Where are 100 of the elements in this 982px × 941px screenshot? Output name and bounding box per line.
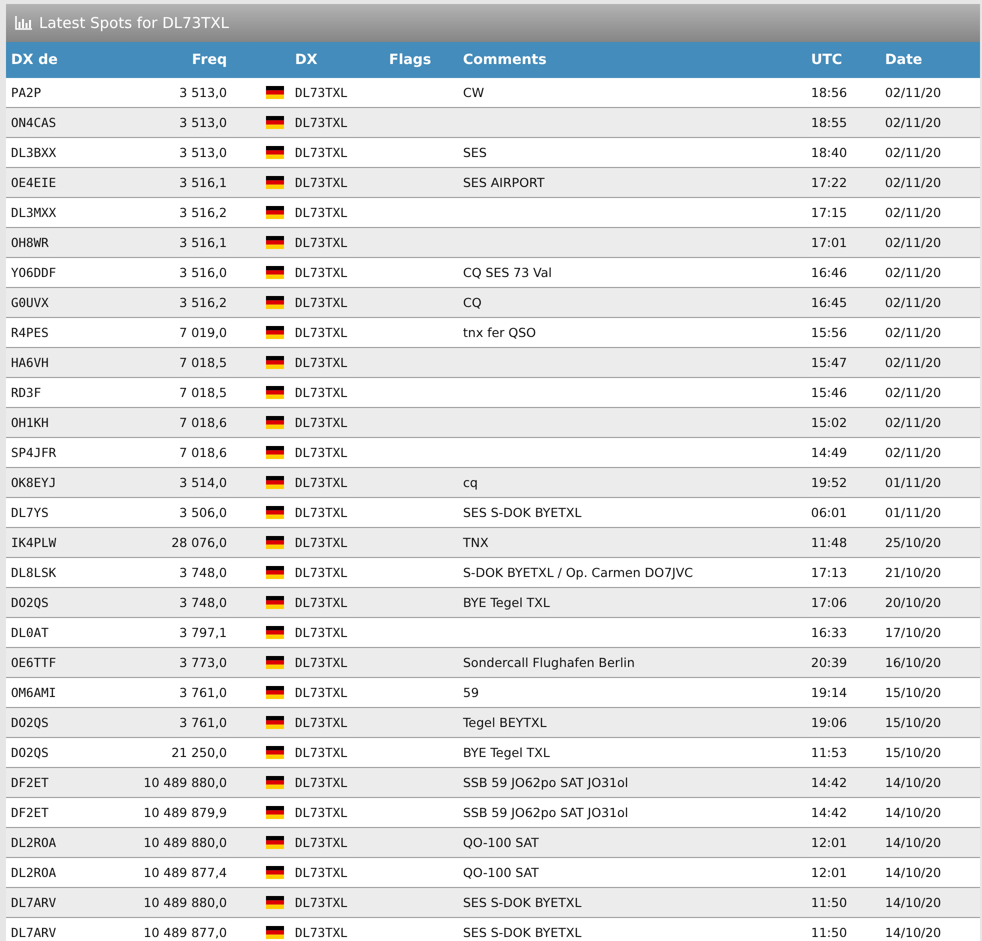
- flag-icon: [266, 356, 284, 369]
- table-cell: 7 018,6: [179, 415, 227, 430]
- flag-icon: [266, 206, 284, 219]
- table-cell: DL73TXL: [295, 595, 348, 610]
- table-cell: 12:01: [811, 865, 848, 880]
- table-cell-text: OM6AMI: [10, 685, 56, 700]
- table-cell: 10 489 880,0: [144, 895, 227, 910]
- table-cell: 02/11/20: [885, 295, 942, 310]
- flag-icon: [266, 296, 284, 309]
- table-cell: 19:06: [811, 715, 848, 730]
- table-cell: 15/10/20: [885, 745, 942, 760]
- table-cell: DL73TXL: [295, 805, 348, 820]
- table-cell: SES S-DOK BYETXL: [463, 505, 582, 520]
- column-header: Date: [885, 52, 922, 68]
- table-cell: 14/10/20: [885, 925, 942, 940]
- column-header: DX de: [10, 52, 58, 68]
- table-cell: 19:52: [811, 475, 848, 490]
- table-cell: 17:15: [811, 205, 848, 220]
- table-cell: 14:42: [811, 775, 848, 790]
- flag-icon: [266, 236, 284, 249]
- table-cell: CQ: [463, 295, 482, 310]
- table-cell: 19:14: [811, 685, 848, 700]
- table-cell-text: G0UVX: [10, 295, 49, 310]
- table-cell: DL73TXL: [295, 475, 348, 490]
- table-cell-text: ON4CAS: [10, 115, 56, 130]
- flag-icon: [266, 116, 284, 129]
- table-cell: 02/11/20: [885, 115, 942, 130]
- table-cell: 3 516,2: [179, 205, 227, 220]
- table-cell: 14:42: [811, 805, 848, 820]
- column-header: Flags: [389, 52, 432, 68]
- column-header: Freq: [192, 52, 227, 68]
- table-cell: SES: [463, 145, 487, 160]
- table-cell: 12:01: [811, 835, 848, 850]
- table-cell: 7 019,0: [179, 325, 227, 340]
- table-cell: 3 761,0: [179, 715, 227, 730]
- table-cell: 3 773,0: [179, 655, 227, 670]
- table-cell: DL73TXL: [295, 655, 348, 670]
- table-cell: DL73TXL: [295, 715, 348, 730]
- table-cell: 02/11/20: [885, 85, 942, 100]
- table-cell: DL73TXL: [295, 535, 348, 550]
- table-cell: 02/11/20: [885, 355, 942, 370]
- table-cell: 3 516,2: [179, 295, 227, 310]
- table-cell-text: OH8WR: [10, 235, 49, 250]
- table-cell: 17:13: [811, 565, 848, 580]
- flag-icon: [266, 326, 284, 339]
- flag-icon: [266, 596, 284, 609]
- table-cell-text: DF2ET: [10, 775, 49, 790]
- bar-chart-icon: [15, 16, 32, 30]
- flag-icon: [266, 896, 284, 909]
- table-cell: DL73TXL: [295, 775, 348, 790]
- table-cell: 10 489 877,0: [144, 925, 227, 940]
- table-cell: DL73TXL: [295, 925, 348, 940]
- table-cell: 10 489 880,0: [144, 775, 227, 790]
- table-cell: DL73TXL: [295, 295, 348, 310]
- table-cell-text: OK8EYJ: [10, 475, 56, 490]
- table-cell: 20:39: [811, 655, 848, 670]
- table-cell: 3 513,0: [179, 145, 227, 160]
- flag-icon: [266, 86, 284, 99]
- table-cell-text: SP4JFR: [10, 445, 56, 460]
- table-cell-text: PA2P: [10, 85, 42, 100]
- table-cell-text: DF2ET: [10, 805, 49, 820]
- table-cell: 11:50: [811, 895, 848, 910]
- table-cell: SES S-DOK BYETXL: [463, 895, 582, 910]
- table-cell: DL73TXL: [295, 235, 348, 250]
- table-cell: 21/10/20: [885, 565, 942, 580]
- table-cell: 28 076,0: [171, 535, 227, 550]
- table-cell: CW: [463, 85, 484, 100]
- table-cell: DL73TXL: [295, 205, 348, 220]
- table-cell: 02/11/20: [885, 385, 942, 400]
- table-cell: CQ SES 73 Val: [463, 265, 552, 280]
- table-cell: 3 513,0: [179, 115, 227, 130]
- table-cell: 3 748,0: [179, 565, 227, 580]
- table-cell: 3 516,1: [179, 235, 227, 250]
- table-cell: 11:48: [811, 535, 848, 550]
- flag-icon: [266, 716, 284, 729]
- table-cell: 14/10/20: [885, 805, 942, 820]
- table-cell: 17:01: [811, 235, 848, 250]
- table-cell: SSB 59 JO62po SAT JO31ol: [463, 805, 628, 820]
- flag-icon: [266, 746, 284, 759]
- table-cell: 02/11/20: [885, 175, 942, 190]
- table-cell: DL73TXL: [295, 865, 348, 880]
- table-cell: SES S-DOK BYETXL: [463, 925, 582, 940]
- table-cell: 14/10/20: [885, 835, 942, 850]
- table-cell-text: OE4EIE: [10, 175, 56, 190]
- table-cell: Sondercall Flughafen Berlin: [463, 655, 635, 670]
- table-cell-text: DO2QS: [10, 745, 49, 760]
- table-cell: 3 506,0: [179, 505, 227, 520]
- table-cell: 02/11/20: [885, 445, 942, 460]
- table-cell: 10 489 877,4: [144, 865, 227, 880]
- table-cell: 15/10/20: [885, 685, 942, 700]
- table-cell: DL73TXL: [295, 145, 348, 160]
- table-cell: 02/11/20: [885, 265, 942, 280]
- table-cell: DL73TXL: [295, 415, 348, 430]
- table-cell: 14/10/20: [885, 895, 942, 910]
- table-cell: SSB 59 JO62po SAT JO31ol: [463, 775, 628, 790]
- table-cell: 25/10/20: [885, 535, 942, 550]
- table-cell: 06:01: [811, 505, 848, 520]
- table-cell: 16:46: [811, 265, 848, 280]
- table-cell: 15:47: [811, 355, 848, 370]
- table-cell: tnx fer QSO: [463, 325, 536, 340]
